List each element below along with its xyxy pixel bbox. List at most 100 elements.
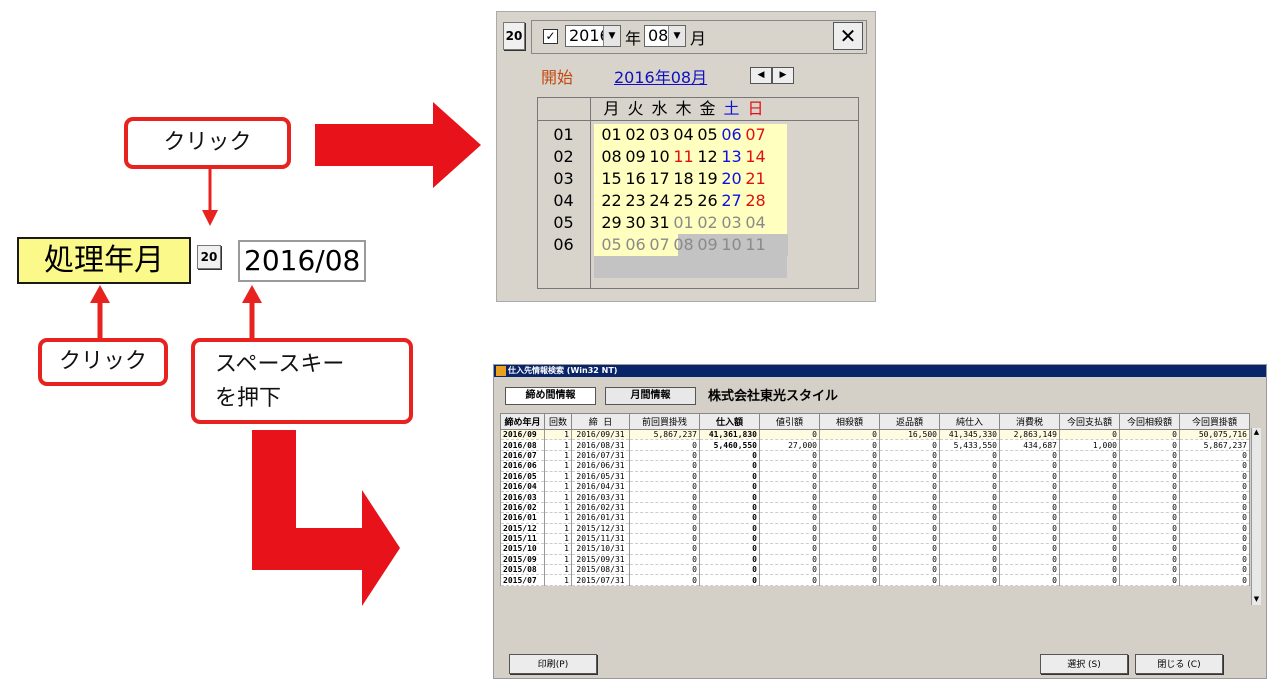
day-cell[interactable]: 20 [720,168,743,190]
scroll-down-icon[interactable]: ▼ [1252,595,1261,605]
day-cell[interactable]: 11 [744,234,767,256]
column-header[interactable]: 消費税 [999,413,1060,430]
day-cell[interactable]: 19 [696,168,719,190]
day-cell[interactable]: 09 [624,146,647,168]
day-cell[interactable]: 01 [600,124,623,146]
dropdown-arrow-icon[interactable]: ▼ [603,26,620,46]
table-cell: 0 [759,460,820,472]
tab-monthly-info[interactable]: 月間情報 [605,387,696,405]
day-cell[interactable]: 13 [720,146,743,168]
next-month-button[interactable]: ▶ [772,67,794,84]
table-cell: 0 [1179,543,1250,555]
weekday-header: 木 [675,99,692,118]
close-window-button[interactable]: 閉じる (C) [1135,654,1223,674]
column-header[interactable]: 前回買掛残 [629,413,700,430]
table-scrollbar[interactable]: ▲ ▼ [1251,428,1261,605]
day-cell[interactable]: 02 [696,212,719,234]
column-header[interactable]: 締め年月 [500,413,545,430]
table-cell: 0 [879,543,940,555]
column-header[interactable]: 値引額 [759,413,820,430]
column-header[interactable]: 回数 [544,413,572,430]
day-cell[interactable]: 08 [600,146,623,168]
day-cell[interactable]: 30 [624,212,647,234]
day-cell[interactable]: 06 [624,234,647,256]
scroll-up-icon[interactable]: ▲ [1252,428,1261,438]
day-cell[interactable]: 28 [744,190,767,212]
day-cell[interactable]: 04 [672,124,695,146]
day-cell[interactable]: 10 [720,234,743,256]
day-cell[interactable]: 24 [648,190,671,212]
column-header[interactable]: 今回相殺額 [1119,413,1180,430]
processing-month-input[interactable]: 2016/08 [238,240,366,282]
tab-closing-info[interactable]: 締め間情報 [505,387,596,405]
column-header[interactable]: 仕入額 [699,413,760,430]
column-header[interactable]: 今回買掛額 [1179,413,1250,430]
table-row[interactable]: 2016/08 1 2016/08/31 0 5,460,550 27,000 0 0 5,43… [500,439,1250,451]
table-row[interactable]: 2015/07 1 2015/07/31 0 0 0 0 0 0 0 0 0 0 [500,574,1250,586]
column-header[interactable]: 今回支払額 [1059,413,1120,430]
day-cell[interactable]: 16 [624,168,647,190]
processing-month-label[interactable]: 処理年月 [17,237,191,284]
day-cell[interactable]: 14 [744,146,767,168]
day-cell[interactable]: 18 [672,168,695,190]
table-row[interactable]: 2016/05 1 2016/05/31 0 0 0 0 0 0 0 0 0 0 [500,471,1250,482]
year-select[interactable]: 2016 ▼ [565,25,621,47]
day-cell[interactable]: 11 [672,146,695,168]
table-cell: 0 [1119,533,1180,545]
day-cell[interactable]: 12 [696,146,719,168]
current-month-link[interactable]: 2016年08月 [614,64,707,88]
table-row[interactable]: 2015/11 1 2015/11/31 0 0 0 0 0 0 0 0 0 0 [500,533,1250,545]
day-cell[interactable]: 03 [720,212,743,234]
day-cell[interactable]: 21 [744,168,767,190]
table-row[interactable]: 2015/10 1 2015/10/31 0 0 0 0 0 0 0 0 0 0 [500,543,1250,555]
day-cell[interactable]: 17 [648,168,671,190]
table-row[interactable]: 2016/03 1 2016/03/31 0 0 0 0 0 0 0 0 0 0 [500,491,1250,503]
table-row[interactable]: 2015/09 1 2015/09/31 0 0 0 0 0 0 0 0 0 0 [500,554,1250,566]
day-cell[interactable]: 03 [648,124,671,146]
table-row[interactable]: 2016/01 1 2016/01/31 0 0 0 0 0 0 0 0 0 0 [500,512,1250,524]
column-header[interactable]: 純仕入 [939,413,1000,430]
day-cell[interactable]: 04 [744,212,767,234]
day-cell[interactable]: 05 [696,124,719,146]
column-header[interactable]: 締 日 [571,413,630,430]
day-cell[interactable]: 26 [696,190,719,212]
table-cell: 2016/09/31 [571,429,630,441]
day-cell[interactable]: 22 [600,190,623,212]
dropdown-arrow-icon[interactable]: ▼ [668,26,685,46]
table-row[interactable]: 2016/06 1 2016/06/31 0 0 0 0 0 0 0 0 0 0 [500,460,1250,472]
close-button[interactable]: ✕ [833,22,863,50]
day-cell[interactable]: 02 [624,124,647,146]
day-cell[interactable]: 27 [720,190,743,212]
day-cell[interactable]: 08 [672,234,695,256]
day-cell[interactable]: 07 [744,124,767,146]
column-header[interactable]: 返品額 [879,413,940,430]
table-row[interactable]: 2015/08 1 2015/08/31 0 0 0 0 0 0 0 0 0 0 [500,564,1250,576]
table-row[interactable]: 2016/02 1 2016/02/31 0 0 0 0 0 0 0 0 0 0 [500,502,1250,514]
prev-month-button[interactable]: ◀ [750,67,772,84]
day-cell[interactable]: 07 [648,234,671,256]
day-cell[interactable]: 31 [648,212,671,234]
print-button[interactable]: 印刷(P) [509,654,597,674]
table-cell: 0 [819,471,880,482]
enable-checkbox[interactable]: ✓ [543,29,558,44]
week-number: 05 [553,213,574,232]
table-row[interactable]: 2015/12 1 2015/12/31 0 0 0 0 0 0 0 0 0 0 [500,523,1250,534]
select-button[interactable]: 選択 (S) [1040,654,1128,674]
table-row[interactable]: 2016/09 1 2016/09/31 5,867,237 41,361,830 0 0 1… [500,429,1250,441]
day-cell[interactable]: 09 [696,234,719,256]
day-cell[interactable]: 23 [624,190,647,212]
day-cell[interactable]: 06 [720,124,743,146]
day-cell[interactable]: 05 [600,234,623,256]
column-header[interactable]: 相殺額 [819,413,880,430]
table-row[interactable]: 2016/07 1 2016/07/31 0 0 0 0 0 0 0 0 0 0 [500,450,1250,462]
table-row[interactable]: 2016/04 1 2016/04/31 0 0 0 0 0 0 0 0 0 0 [500,481,1250,493]
day-cell[interactable]: 25 [672,190,695,212]
table-cell: 0 [1179,533,1250,545]
day-cell[interactable]: 10 [648,146,671,168]
day-cell[interactable]: 01 [672,212,695,234]
calendar-icon[interactable]: 20 [197,245,221,269]
day-cell[interactable]: 29 [600,212,623,234]
calendar-icon[interactable]: 20 [503,22,525,50]
month-select[interactable]: 08 ▼ [644,25,686,47]
day-cell[interactable]: 15 [600,168,623,190]
